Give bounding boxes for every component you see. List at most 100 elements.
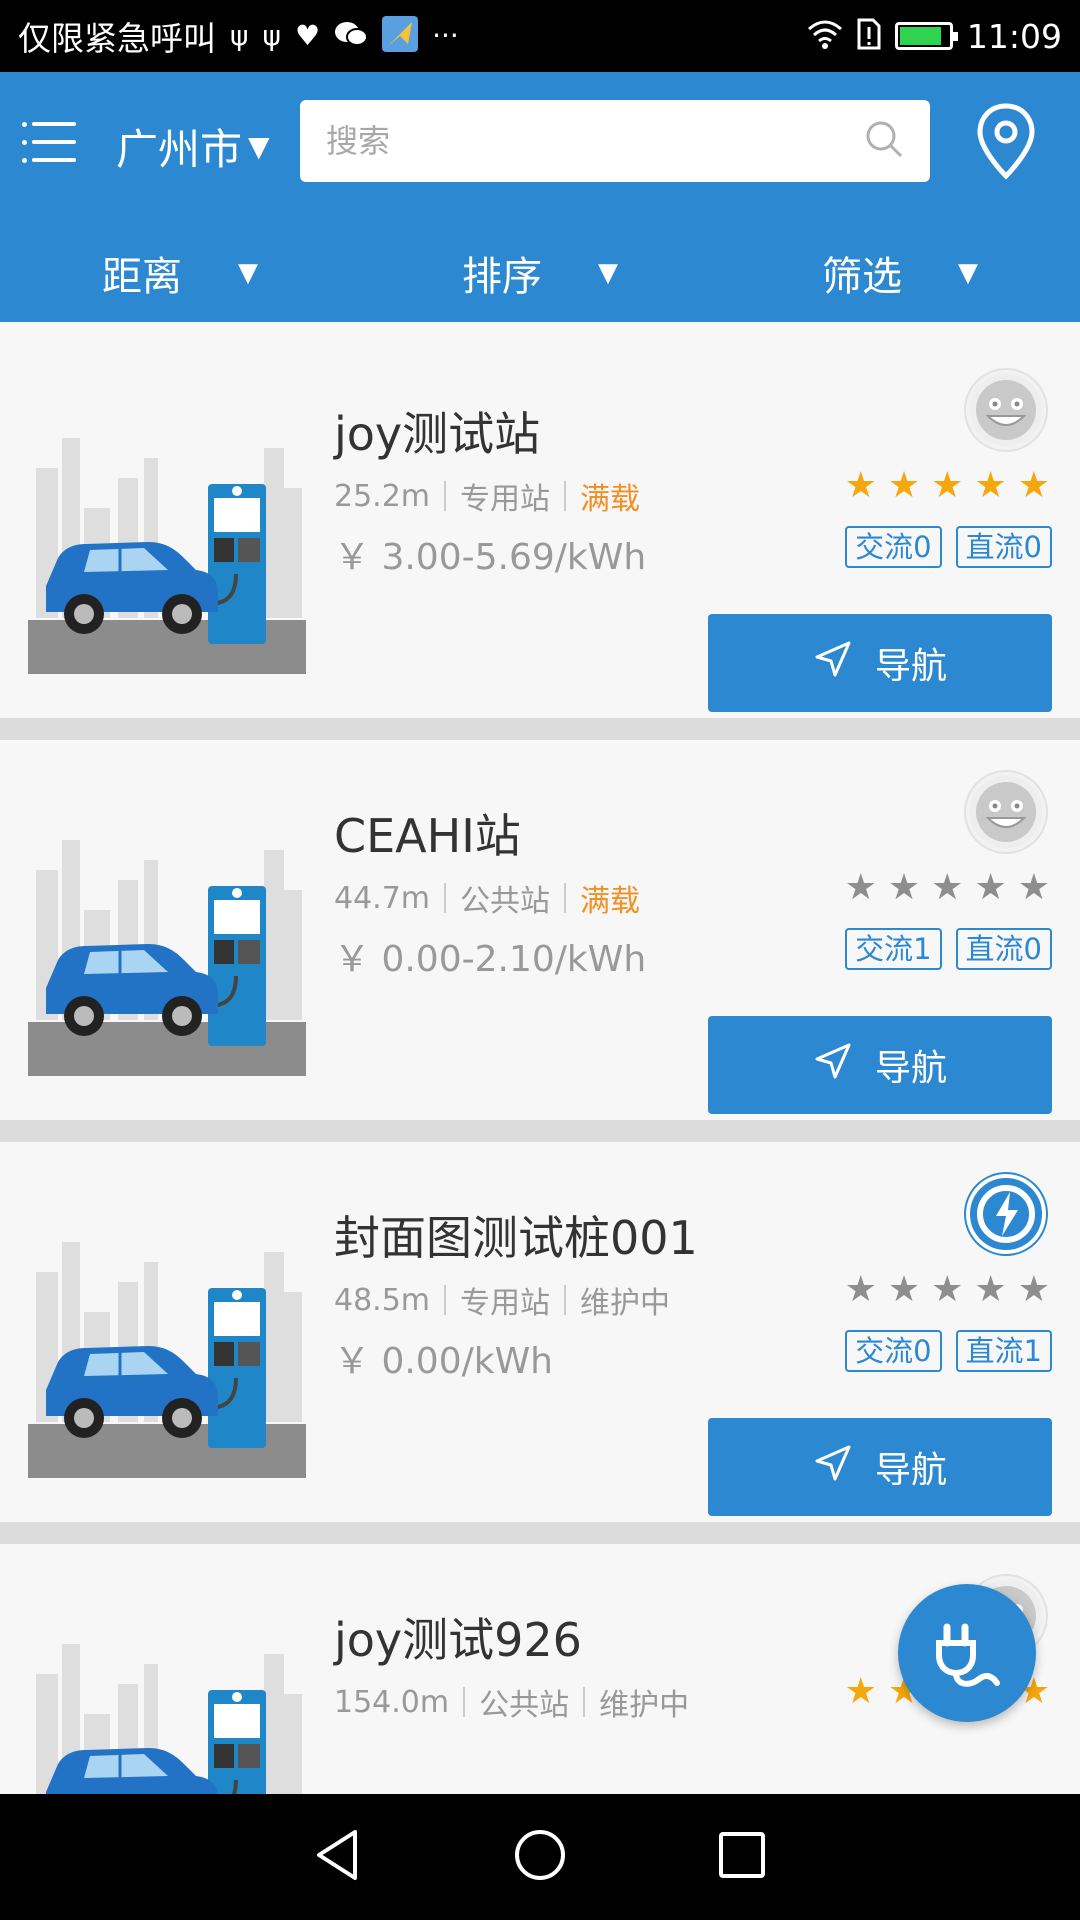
station-status: 满载 — [580, 884, 641, 919]
more-icon: ··· — [432, 19, 459, 52]
filter-label: 筛选 — [822, 254, 902, 300]
search-box[interactable] — [300, 100, 930, 182]
clock-time: 11:09 — [966, 16, 1062, 56]
divider — [444, 883, 447, 913]
star-icon: ★ — [844, 465, 877, 506]
battery-icon — [894, 22, 958, 50]
station-type: 专用站 — [460, 482, 551, 517]
station-card[interactable]: 封面图测试桩001 48.5m 专用站 维护中 ￥ 0.00/kWh ★ ★ ★ ★ ★… — [0, 1142, 1080, 1544]
star-icon: ★ — [1017, 465, 1050, 506]
divider — [564, 883, 567, 913]
chevron-down-icon: ▼ — [598, 258, 618, 288]
dc-count-badge: 直流1 — [955, 1330, 1052, 1372]
charge-plug-button[interactable] — [898, 1584, 1036, 1722]
navigation-arrow-icon — [813, 639, 853, 688]
city-label: 广州市 — [116, 125, 243, 174]
filter-distance[interactable]: 距离 ▼ — [0, 232, 360, 314]
location-pin-icon[interactable] — [972, 102, 1040, 182]
status-bar: 仅限紧急呼叫 ψ ψ ♥ ··· 11:09 — [0, 0, 1080, 72]
station-card[interactable]: joy测试站 25.2m 专用站 满载 ￥ 3.00-5.69/kWh ★ ★ ★ ★… — [0, 338, 1080, 740]
station-thumbnail — [28, 800, 306, 1076]
star-icon: ★ — [974, 465, 1007, 506]
top-header: 广州市 ▼ 距离 ▼ 排序 ▼ 筛选 ▼ — [0, 72, 1080, 322]
star-icon: ★ — [1017, 1269, 1050, 1310]
menu-dot — [22, 122, 27, 127]
home-icon[interactable] — [513, 1828, 567, 1886]
station-meta: 25.2m 专用站 满载 — [334, 474, 640, 518]
filter-bar: 距离 ▼ 排序 ▼ 筛选 ▼ — [0, 232, 1080, 314]
station-name: joy测试926 — [334, 1613, 582, 1667]
station-meta: 48.5m 专用站 维护中 — [334, 1278, 670, 1322]
star-icon: ★ — [931, 1269, 964, 1310]
star-icon: ★ — [974, 1269, 1007, 1310]
star-icon: ★ — [887, 1269, 921, 1310]
menu-line — [32, 158, 76, 162]
status-left: 仅限紧急呼叫 ψ ψ ♥ ··· — [18, 12, 459, 60]
ac-count-badge: 交流0 — [845, 1330, 942, 1372]
station-card[interactable]: CEAHI站 44.7m 公共站 满载 ￥ 0.00-2.10/kWh ★ ★ ★ ★… — [0, 740, 1080, 1142]
divider — [444, 481, 447, 511]
menu-dot — [22, 158, 27, 163]
divider — [564, 481, 567, 511]
star-icon: ★ — [1017, 867, 1050, 908]
station-price: ￥ 0.00/kWh — [334, 1341, 553, 1382]
menu-line — [32, 140, 76, 144]
station-type: 公共站 — [479, 1688, 570, 1723]
navigate-label: 导航 — [874, 1450, 947, 1491]
station-price: ￥ 0.00-2.10/kWh — [334, 939, 647, 980]
menu-dot — [22, 140, 27, 145]
charger-tags: 交流0 直流0 — [845, 526, 1052, 568]
menu-line — [32, 122, 76, 126]
usb-icon: ψ — [262, 19, 281, 52]
chevron-down-icon: ▼ — [958, 258, 978, 288]
station-status: 维护中 — [599, 1688, 690, 1723]
operator-avatar-icon — [966, 370, 1046, 450]
station-type: 公共站 — [460, 884, 551, 919]
station-meta: 44.7m 公共站 满载 — [334, 876, 640, 920]
navigation-arrow-icon — [813, 1041, 853, 1090]
rating-stars: ★★★★★ — [845, 870, 1050, 906]
menu-button[interactable] — [22, 118, 76, 166]
plug-icon — [925, 1609, 1009, 1697]
station-distance: 48.5m — [334, 1282, 431, 1318]
station-status: 维护中 — [580, 1286, 671, 1321]
system-nav-bar — [0, 1794, 1080, 1920]
divider — [463, 1687, 466, 1717]
wifi-icon — [807, 19, 843, 54]
city-selector[interactable]: 广州市 ▼ — [116, 116, 270, 177]
star-icon: ★ — [887, 867, 921, 908]
station-price: ￥ 3.00-5.69/kWh — [334, 537, 647, 578]
station-thumbnail — [28, 398, 306, 674]
station-distance: 154.0m — [334, 1684, 450, 1720]
station-distance: 25.2m — [334, 478, 431, 514]
star-icon: ★ — [844, 1269, 877, 1310]
star-icon: ★ — [974, 867, 1007, 908]
station-distance: 44.7m — [334, 880, 431, 916]
navigate-label: 导航 — [874, 1048, 947, 1089]
recents-icon[interactable] — [717, 1830, 767, 1884]
navigate-button[interactable]: 导航 — [708, 614, 1052, 712]
filter-screen[interactable]: 筛选 ▼ — [720, 232, 1080, 314]
dc-count-badge: 直流0 — [955, 526, 1052, 568]
filter-label: 排序 — [462, 254, 542, 300]
star-icon: ★ — [931, 867, 964, 908]
rating-stars: ★★★★★ — [845, 468, 1050, 504]
ac-count-badge: 交流0 — [845, 526, 942, 568]
search-input[interactable] — [326, 122, 864, 160]
station-name: CEAHI站 — [334, 809, 521, 863]
filter-sort[interactable]: 排序 ▼ — [360, 232, 720, 314]
station-type: 专用站 — [460, 1286, 551, 1321]
navigate-button[interactable]: 导航 — [708, 1016, 1052, 1114]
back-icon[interactable] — [313, 1828, 363, 1886]
status-right: 11:09 — [807, 17, 1062, 56]
search-icon[interactable] — [864, 119, 904, 163]
ac-count-badge: 交流1 — [845, 928, 942, 970]
brand-logo-icon — [966, 1174, 1046, 1254]
star-icon: ★ — [887, 465, 921, 506]
navigate-button[interactable]: 导航 — [708, 1418, 1052, 1516]
star-icon: ★ — [931, 465, 964, 506]
station-status: 满载 — [580, 482, 641, 517]
divider — [444, 1285, 447, 1315]
emergency-call-text: 仅限紧急呼叫 — [18, 19, 216, 58]
rating-stars: ★★★★★ — [845, 1272, 1050, 1308]
